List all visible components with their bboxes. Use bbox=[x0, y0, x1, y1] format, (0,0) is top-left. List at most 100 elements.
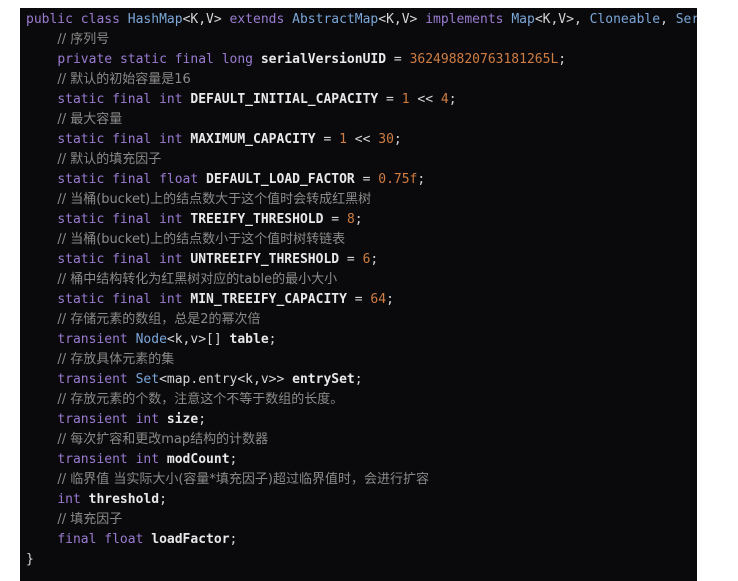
code-token-ident: DEFAULT_LOAD_FACTOR bbox=[206, 172, 355, 187]
code-token-number: 0.75f bbox=[378, 172, 418, 187]
code-token-ident: table bbox=[229, 332, 269, 347]
code-token-keyword: extends bbox=[229, 12, 285, 27]
code-line: final float loadFactor; bbox=[20, 530, 697, 550]
code-token-number: 30 bbox=[378, 132, 394, 147]
code-line: // 桶中结构转化为红黑树对应的table的最小大小 bbox=[20, 270, 697, 290]
code-token-keyword: final bbox=[112, 212, 152, 227]
code-token-ident: TREEIFY_THRESHOLD bbox=[190, 212, 324, 227]
code-token-punct: ; bbox=[268, 332, 277, 347]
code-line: // 默认的填充因子 bbox=[20, 150, 697, 170]
code-token-punct: = bbox=[378, 92, 402, 107]
code-token-punct: ; bbox=[198, 412, 207, 427]
code-token-punct: ; bbox=[354, 372, 363, 387]
code-token-type: Seri bbox=[675, 12, 697, 27]
code-token-punct: , bbox=[660, 12, 676, 27]
code-token-punct: <K,V>, bbox=[534, 12, 590, 27]
code-token-keyword: int bbox=[159, 292, 183, 307]
code-token-keyword: transient bbox=[57, 332, 128, 347]
code-token-ident: MAXIMUM_CAPACITY bbox=[190, 132, 316, 147]
code-token-punct: ; bbox=[354, 212, 363, 227]
code-line: private static final long serialVersionU… bbox=[20, 50, 697, 70]
code-token-keyword: final bbox=[174, 52, 214, 67]
code-token-ident: UNTREEIFY_THRESHOLD bbox=[190, 252, 340, 267]
code-token-keyword: int bbox=[135, 452, 160, 467]
code-token-keyword: static bbox=[57, 292, 105, 307]
code-line: static final int TREEIFY_THRESHOLD = 8; bbox=[20, 210, 697, 230]
code-token-type: Node bbox=[135, 332, 167, 347]
code-token-ident: serialVersionUID bbox=[260, 52, 387, 67]
code-token-punct: = bbox=[323, 212, 347, 227]
code-token-keyword: int bbox=[159, 212, 183, 227]
code-token-keyword: final bbox=[57, 532, 97, 547]
code-token-punct: <K,V> bbox=[182, 12, 222, 27]
code-token-keyword: float bbox=[159, 172, 199, 187]
code-token-ident: threshold bbox=[88, 492, 160, 507]
code-token-ident: MIN_TREEIFY_CAPACITY bbox=[190, 292, 347, 307]
code-token-punct: ; bbox=[558, 52, 567, 67]
code-token-number: 1 bbox=[401, 92, 410, 107]
code-line: // 序列号 bbox=[20, 30, 697, 50]
code-token-keyword: static bbox=[57, 212, 105, 227]
code-token-comment: // 当桶(bucket)上的结点数大于这个值时会转成红黑树 bbox=[57, 192, 372, 207]
code-token-type: Set bbox=[135, 372, 160, 387]
code-token-type: Cloneable bbox=[589, 12, 661, 27]
code-token-comment: // 存储元素的数组，总是2的幂次倍 bbox=[57, 312, 261, 327]
code-token-punct: << bbox=[409, 92, 441, 107]
code-editor-pane[interactable]: public class HashMap<K,V> extends Abstra… bbox=[20, 8, 697, 581]
code-token-keyword: transient bbox=[57, 372, 128, 387]
code-token-keyword: final bbox=[112, 172, 152, 187]
code-screenshot: public class HashMap<K,V> extends Abstra… bbox=[0, 0, 738, 581]
code-token-comment: // 最大容量 bbox=[57, 112, 123, 127]
code-token-punct: ; bbox=[229, 532, 238, 547]
code-token-keyword: final bbox=[112, 292, 152, 307]
code-token-keyword: transient bbox=[57, 412, 128, 427]
code-token-number: 4 bbox=[440, 92, 449, 107]
code-token-punct: <k,v>[] bbox=[166, 332, 230, 347]
code-token-keyword: int bbox=[57, 492, 81, 507]
code-token-keyword: static bbox=[57, 252, 105, 267]
code-token-punct: ; bbox=[448, 92, 457, 107]
code-token-ident: entrySet bbox=[292, 372, 355, 387]
code-line-list: public class HashMap<K,V> extends Abstra… bbox=[20, 10, 697, 570]
code-token-punct: ; bbox=[159, 492, 167, 507]
code-token-ident: modCount bbox=[166, 452, 230, 467]
code-token-comment: // 序列号 bbox=[57, 32, 110, 47]
code-token-keyword: final bbox=[112, 92, 152, 107]
code-token-ident: loadFactor bbox=[151, 532, 230, 547]
code-token-punct: ; bbox=[417, 172, 426, 187]
code-token-keyword: public bbox=[26, 12, 73, 27]
code-line: transient Node<k,v>[] table; bbox=[20, 330, 697, 350]
code-line: // 存放具体元素的集 bbox=[20, 350, 697, 370]
code-token-keyword: final bbox=[112, 132, 152, 147]
code-line: // 存储元素的数组，总是2的幂次倍 bbox=[20, 310, 697, 330]
